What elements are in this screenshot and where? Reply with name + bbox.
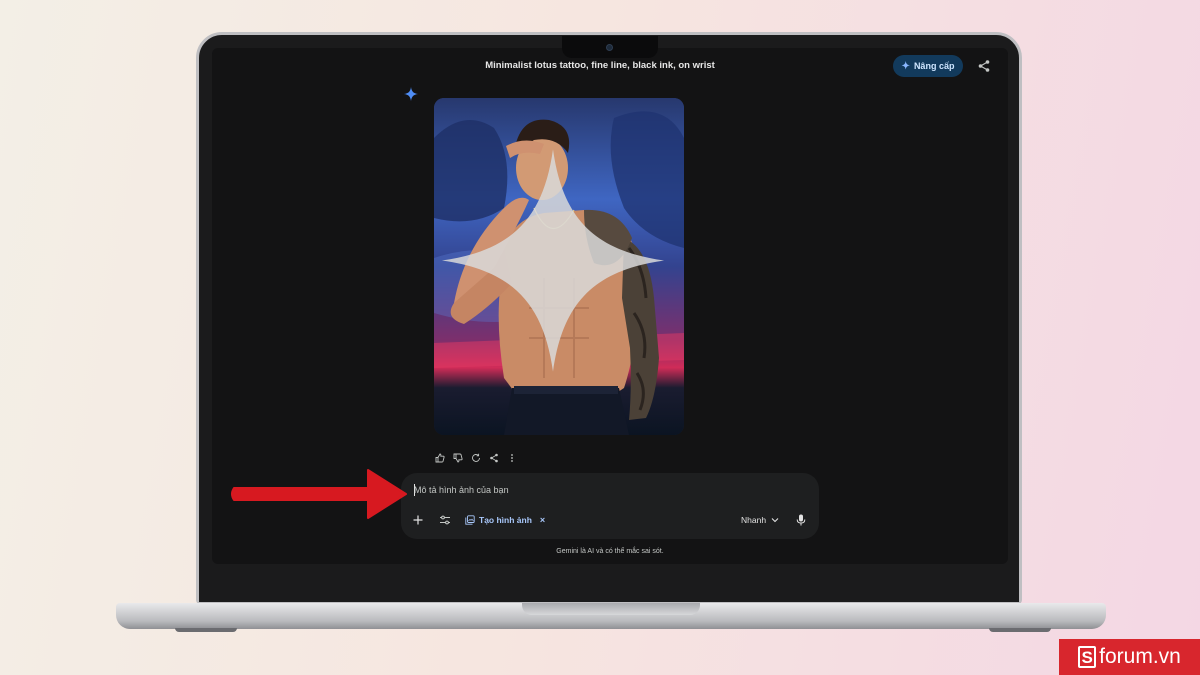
laptop-foot-left <box>175 628 237 632</box>
sparkle-icon: ✦ <box>901 60 910 72</box>
sforum-logo-text: forum.vn <box>1099 645 1181 668</box>
prompt-input-box[interactable] <box>401 473 819 539</box>
image-tool-icon <box>465 515 475 525</box>
laptop-foot-right <box>989 628 1051 632</box>
upgrade-button[interactable]: ✦ Nâng cấp <box>893 55 963 77</box>
sforum-logo-mark: S <box>1078 646 1097 668</box>
sforum-logo: S forum.vn <box>1059 639 1200 675</box>
chevron-down-icon <box>771 518 779 523</box>
conversation-title: Minimalist lotus tattoo, fine line, blac… <box>485 60 715 71</box>
create-image-label: Tạo hình ảnh <box>479 515 532 525</box>
ai-generated-sparkle-icon <box>441 149 665 372</box>
prompt-input[interactable]: Mô tả hình ảnh của bạn <box>414 485 509 495</box>
create-image-tool-chip[interactable]: Tạo hình ảnh × <box>465 513 545 527</box>
share-icon[interactable] <box>977 59 991 73</box>
annotation-arrow-icon <box>231 469 407 519</box>
webcam <box>606 44 613 51</box>
model-mode-selector[interactable]: Nhanh <box>741 515 779 525</box>
more-vert-icon[interactable] <box>507 453 517 463</box>
laptop-base-groove <box>522 603 700 615</box>
upgrade-label: Nâng cấp <box>913 61 955 71</box>
model-mode-label: Nhanh <box>741 515 767 525</box>
microphone-icon[interactable] <box>796 514 806 526</box>
thumbs-down-icon[interactable] <box>453 453 463 463</box>
regenerate-icon[interactable] <box>471 453 481 463</box>
remove-tool-close-icon[interactable]: × <box>540 515 545 525</box>
thumbs-up-icon[interactable] <box>435 453 445 463</box>
share-icon[interactable] <box>489 453 499 463</box>
add-icon[interactable] <box>412 514 424 526</box>
screen-bottom-bezel <box>199 564 1019 602</box>
response-actions <box>435 453 517 463</box>
camera-notch <box>562 36 658 58</box>
tools-icon[interactable] <box>439 514 451 526</box>
disclaimer-text: Gemini là AI và có thể mắc sai sót. <box>556 548 664 555</box>
gemini-sparkle-icon <box>404 87 418 101</box>
generated-image[interactable] <box>434 98 684 435</box>
